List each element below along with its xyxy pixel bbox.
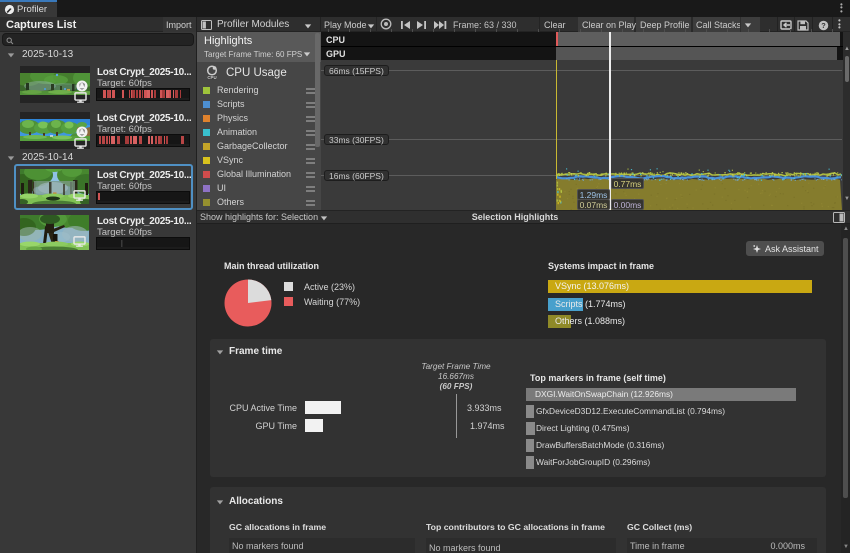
svg-text:CPU: CPU xyxy=(207,75,216,80)
svg-text:?: ? xyxy=(821,21,826,30)
